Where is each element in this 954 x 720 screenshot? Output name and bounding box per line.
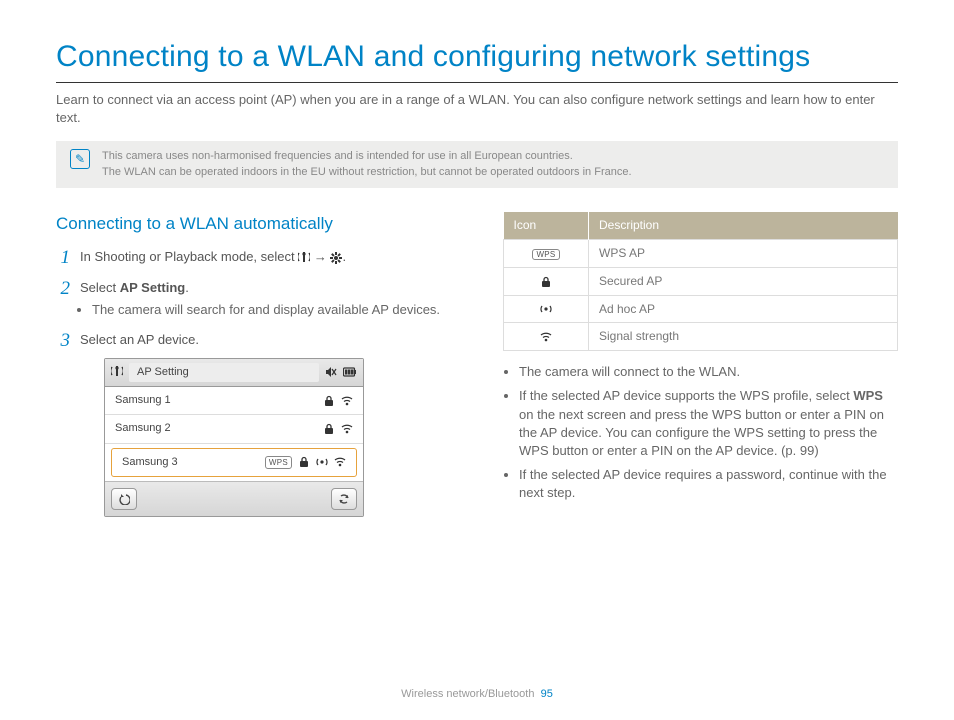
desc-cell: Signal strength [589,323,898,351]
note-icon: ✎ [70,149,90,169]
desc-cell: Ad hoc AP [589,295,898,323]
desc-cell: WPS AP [589,239,898,267]
panel-header: AP Setting [105,359,363,387]
step-text: Select [80,280,120,295]
bullet-item: If the selected AP device requires a pas… [519,466,898,502]
antenna-icon [298,252,310,264]
mute-icon [325,366,337,378]
arrow-text: → [314,249,331,264]
ap-name: Samsung 3 [122,455,259,470]
ap-setting-panel: AP Setting Samsung 1 Samsung 2 Samsung 3 WP… [104,358,364,518]
left-column: Connecting to a WLAN automatically 1 In … [56,212,451,529]
manual-page: Connecting to a WLAN and configuring net… [0,0,954,720]
lock-icon [323,395,335,407]
ap-list: Samsung 1 Samsung 2 Samsung 3 WPS [105,387,363,477]
title-rule [56,82,898,83]
back-icon [118,493,130,505]
gear-icon [330,252,342,264]
panel-footer [105,481,363,516]
step-text: In Shooting or Playback mode, select [80,249,298,264]
icon-cell [504,323,589,351]
step-number: 2 [56,279,70,298]
icon-description-table: Icon Description WPS WPS APSecured APAd h… [503,212,898,351]
notes-list: The camera will connect to the WLAN. If … [503,363,898,502]
wps-badge: WPS [265,456,292,469]
bullet-item: The camera will connect to the WLAN. [519,363,898,381]
step-1: 1 In Shooting or Playback mode, select →… [56,248,451,267]
lock-icon [298,456,310,468]
wifi-icon [334,456,346,468]
ap-name: Samsung 1 [115,393,317,408]
adhoc-icon [540,303,552,315]
right-column: Icon Description WPS WPS APSecured APAd h… [503,212,898,529]
refresh-button[interactable] [331,488,357,510]
ap-setting-label: AP Setting [120,280,186,295]
lock-icon [540,276,552,288]
adhoc-icon [316,456,328,468]
col-icon-header: Icon [504,212,589,239]
wifi-icon [341,395,353,407]
note-text: This camera uses non-harmonised frequenc… [102,149,632,180]
ap-name: Samsung 2 [115,421,317,436]
desc-cell: Secured AP [589,267,898,295]
panel-title: AP Setting [129,363,319,382]
step-number: 1 [56,248,70,267]
section-heading: Connecting to a WLAN automatically [56,212,451,236]
icon-cell [504,295,589,323]
icon-cell [504,267,589,295]
step-3: 3 Select an AP device. AP Setting Samsu [56,331,451,517]
page-footer: Wireless network/Bluetooth 95 [0,687,954,702]
bullet-item: If the selected AP device supports the W… [519,387,898,460]
table-row: Signal strength [504,323,898,351]
icon-cell: WPS [504,239,589,267]
antenna-icon [111,366,123,378]
page-title: Connecting to a WLAN and configuring net… [56,36,898,78]
footer-section: Wireless network/Bluetooth [401,688,534,700]
back-button[interactable] [111,488,137,510]
page-number: 95 [541,688,553,700]
table-row: WPS WPS AP [504,239,898,267]
col-desc-header: Description [589,212,898,239]
ap-row[interactable]: Samsung 3 WPS [111,448,357,477]
step-number: 3 [56,331,70,350]
info-note: ✎ This camera uses non-harmonised freque… [56,141,898,188]
note-line: The WLAN can be operated indoors in the … [102,165,632,180]
table-row: Ad hoc AP [504,295,898,323]
ap-row[interactable]: Samsung 2 [105,415,363,443]
refresh-icon [338,493,350,505]
table-row: Secured AP [504,267,898,295]
battery-icon [343,366,357,378]
lock-icon [323,423,335,435]
step-text: Select an AP device. [80,332,199,347]
lead-paragraph: Learn to connect via an access point (AP… [56,91,898,127]
ap-row[interactable]: Samsung 1 [105,387,363,415]
wps-bold: WPS [853,388,883,403]
step-2: 2 Select AP Setting. The camera will sea… [56,279,451,319]
wifi-icon [341,423,353,435]
note-line: This camera uses non-harmonised frequenc… [102,149,632,164]
wifi-icon [540,331,552,343]
steps-list: 1 In Shooting or Playback mode, select →… [56,248,451,517]
step-subtext: The camera will search for and display a… [92,301,451,319]
wps-badge: WPS [532,249,559,260]
